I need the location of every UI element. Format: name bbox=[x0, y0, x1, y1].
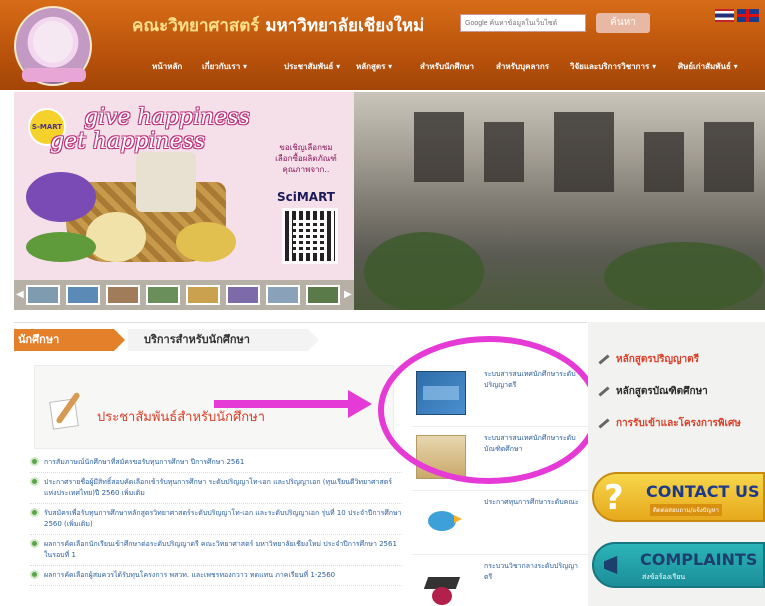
service-item-central-courses[interactable]: กระบวนวิชากลางระดับปริญญาตรี bbox=[412, 555, 588, 606]
strip-next-icon[interactable]: ▶ bbox=[344, 289, 352, 300]
nav-home[interactable]: หน้าหลัก bbox=[152, 60, 182, 73]
news-item-text[interactable]: รับสมัครเพื่อรับทุนการศึกษาหลักสูตรวิทยา… bbox=[44, 509, 402, 528]
contact-label[interactable]: CONTACT US bbox=[646, 482, 760, 501]
nav-curriculum[interactable]: หลักสูตร ▾ bbox=[356, 60, 392, 73]
hero-banner[interactable]: S-MART give happiness get happiness ขอเช… bbox=[14, 92, 765, 310]
complaints-label[interactable]: COMPLAINTS bbox=[640, 550, 757, 569]
megaphone-icon bbox=[604, 556, 618, 574]
strip-prev-icon[interactable]: ◀ bbox=[16, 289, 24, 300]
slogan-line-1: give happiness bbox=[84, 105, 250, 130]
banner-thumbnail[interactable] bbox=[106, 285, 140, 305]
gift-basket-image bbox=[26, 152, 246, 272]
news-item[interactable]: ผลการคัดเลือกนักเรียนเข้าศึกษาต่อระดับปร… bbox=[30, 535, 402, 566]
service-label[interactable]: กระบวนวิชากลางระดับปริญญาตรี bbox=[484, 561, 584, 583]
nav-research[interactable]: วิจัยและบริการวิชาการ ▾ bbox=[570, 60, 656, 73]
bullet-icon bbox=[30, 508, 39, 517]
right-sidebar: หลักสูตรปริญญาตรี หลักสูตรบัณฑิตศึกษา กา… bbox=[588, 322, 765, 606]
bird-icon[interactable] bbox=[416, 499, 466, 543]
banner-thumbnail[interactable] bbox=[266, 285, 300, 305]
complaints-button[interactable]: COMPLAINTS ส่งข้อร้องเรียน bbox=[592, 542, 765, 588]
site-title[interactable]: คณะวิทยาศาสตร์ มหาวิทยาลัยเชียงใหม่ bbox=[132, 12, 424, 39]
banner-thumbnail-strip: ◀ ▶ bbox=[14, 280, 354, 310]
faculty-building-photo bbox=[354, 92, 765, 310]
bullet-icon bbox=[30, 539, 39, 548]
annotation-arrow-head-icon bbox=[348, 390, 372, 418]
promo-copy-line: ขอเชิญเลือกชม bbox=[279, 143, 333, 152]
tab-student-services[interactable]: บริการสำหรับนักศึกษา bbox=[128, 329, 319, 351]
banner-thumbnail[interactable] bbox=[26, 285, 60, 305]
pr-title: ประชาสัมพันธ์สำหรับนักศึกษา bbox=[97, 410, 266, 425]
news-item-text[interactable]: ผลการคัดเลือกนักเรียนเข้าศึกษาต่อระดับปร… bbox=[44, 540, 397, 559]
contact-us-button[interactable]: ? CONTACT US ติดต่อสอบถาม/แจ้งปัญหา bbox=[592, 472, 765, 522]
news-item[interactable]: ประกาศรายชื่อผู้มีสิทธิ์สอบคัดเลือกเข้าร… bbox=[30, 473, 402, 504]
english-language-flag-icon[interactable] bbox=[737, 9, 759, 22]
bullet-icon bbox=[30, 477, 39, 486]
link-label[interactable]: หลักสูตรปริญญาตรี bbox=[616, 354, 699, 365]
link-label[interactable]: หลักสูตรบัณฑิตศึกษา bbox=[616, 386, 708, 397]
news-item-text[interactable]: การสัมภาษณ์นักศึกษาที่สมัครขอรับทุนการศึ… bbox=[44, 458, 244, 466]
site-header: คณะวิทยาศาสตร์ มหาวิทยาลัยเชียงใหม่ ค้นห… bbox=[0, 0, 765, 90]
tab-students[interactable]: นักศึกษา bbox=[14, 329, 125, 351]
search-input[interactable] bbox=[460, 14, 586, 32]
promo-copy-line: เลือกซื้อผลิตภัณฑ์ bbox=[275, 154, 337, 163]
site-title-faculty: คณะวิทยาศาสตร์ bbox=[132, 16, 260, 36]
promo-copy: ขอเชิญเลือกชม เลือกซื้อผลิตภัณฑ์ คุณภาพจ… bbox=[258, 142, 354, 175]
link-label[interactable]: การรับเข้าและโครงการพิเศษ bbox=[616, 418, 741, 429]
promo-copy-line: คุณภาพจาก.. bbox=[282, 165, 330, 174]
bullet-icon bbox=[30, 570, 39, 579]
banner-thumbnail[interactable] bbox=[66, 285, 100, 305]
thai-language-flag-icon[interactable] bbox=[715, 9, 734, 22]
nav-pr[interactable]: ประชาสัมพันธ์ ▾ bbox=[284, 60, 340, 73]
banner-thumbnail[interactable] bbox=[226, 285, 260, 305]
banner-thumbnail[interactable] bbox=[306, 285, 340, 305]
service-label[interactable]: ประกาศทุนการศึกษาระดับคณะ bbox=[484, 497, 584, 508]
promo-brand: SciMART bbox=[277, 190, 335, 204]
complaints-sublabel[interactable]: ส่งข้อร้องเรียน bbox=[642, 572, 685, 583]
news-item[interactable]: ผลการคัดเลือกผู้สมควรได้รับทุนโครงการ พส… bbox=[30, 566, 402, 586]
pencil-icon bbox=[598, 353, 610, 365]
banner-thumbnail[interactable] bbox=[146, 285, 180, 305]
search-button[interactable]: ค้นหา bbox=[596, 13, 650, 33]
pencil-icon bbox=[598, 417, 610, 429]
pencil-icon bbox=[598, 385, 610, 397]
nav-staff[interactable]: สำหรับบุคลากร bbox=[496, 60, 549, 73]
graduation-cap-icon[interactable] bbox=[416, 563, 466, 606]
link-grad-programs[interactable]: หลักสูตรบัณฑิตศึกษา bbox=[598, 384, 708, 399]
news-item-text[interactable]: ประกาศรายชื่อผู้มีสิทธิ์สอบคัดเลือกเข้าร… bbox=[44, 478, 392, 497]
qr-code-icon bbox=[282, 208, 338, 264]
link-admission-special[interactable]: การรับเข้าและโครงการพิเศษ bbox=[598, 416, 741, 431]
bullet-icon bbox=[30, 457, 39, 466]
service-item-scholarship[interactable]: ประกาศทุนการศึกษาระดับคณะ bbox=[412, 491, 588, 555]
news-item[interactable]: รับสมัครเพื่อรับทุนการศึกษาหลักสูตรวิทยา… bbox=[30, 504, 402, 535]
annotation-highlight-ellipse bbox=[378, 336, 600, 484]
paper-pen-icon bbox=[47, 390, 87, 430]
faculty-logo[interactable] bbox=[14, 6, 92, 86]
news-list: การสัมภาษณ์นักศึกษาที่สมัครขอรับทุนการศึ… bbox=[30, 453, 402, 586]
news-item-text[interactable]: ผลการคัดเลือกผู้สมควรได้รับทุนโครงการ พส… bbox=[44, 571, 335, 579]
nav-students[interactable]: สำหรับนักศึกษา bbox=[420, 60, 474, 73]
question-mark-icon: ? bbox=[604, 478, 624, 518]
logo-ribbon bbox=[22, 68, 86, 82]
banner-thumbnail[interactable] bbox=[186, 285, 220, 305]
link-undergrad-programs[interactable]: หลักสูตรปริญญาตรี bbox=[598, 352, 699, 367]
logo-emblem-icon bbox=[33, 21, 73, 63]
site-title-university: มหาวิทยาลัยเชียงใหม่ bbox=[265, 16, 425, 36]
news-item[interactable]: การสัมภาษณ์นักศึกษาที่สมัครขอรับทุนการศึ… bbox=[30, 453, 402, 473]
contact-sublabel[interactable]: ติดต่อสอบถาม/แจ้งปัญหา bbox=[650, 504, 722, 516]
nav-about[interactable]: เกี่ยวกับเรา ▾ bbox=[202, 60, 247, 73]
annotation-arrow bbox=[214, 400, 352, 408]
scimart-promo[interactable]: S-MART give happiness get happiness ขอเช… bbox=[14, 92, 354, 310]
nav-alumni[interactable]: ศิษย์เก่าสัมพันธ์ ▾ bbox=[678, 60, 738, 73]
main-nav: หน้าหลัก เกี่ยวกับเรา ▾ ประชาสัมพันธ์ ▾ … bbox=[132, 60, 762, 78]
